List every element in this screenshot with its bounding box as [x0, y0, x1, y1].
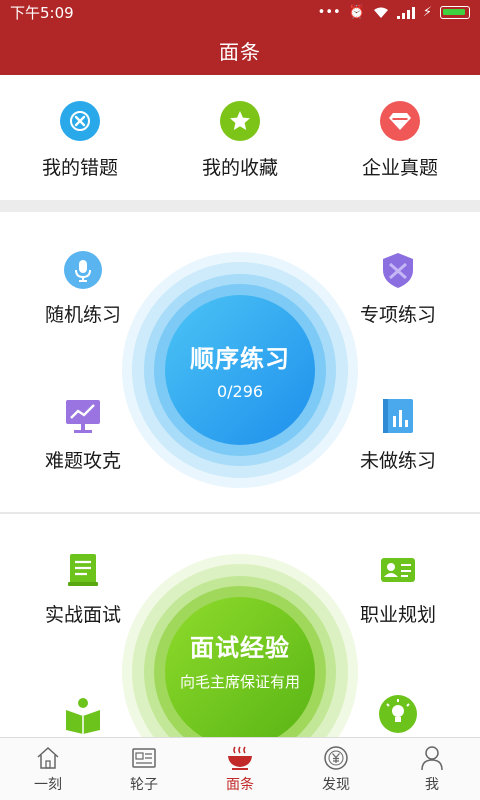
nav-label: 面条: [226, 776, 254, 793]
practice-progress: 0/296: [216, 382, 264, 401]
random-practice-label: 随机练习: [44, 304, 121, 326]
charging-icon: ⚡: [422, 5, 432, 20]
diamond-icon: [380, 101, 420, 141]
interview-section: 面试经验 向毛主席保证有用 实战面试 职业规划: [0, 514, 480, 737]
signal-icon: [396, 6, 415, 19]
wifi-icon: [373, 7, 388, 18]
interview-experience-title: 面试经验: [190, 634, 290, 662]
combat-interview-button[interactable]: 实战面试: [23, 550, 143, 627]
nav-item-noodles[interactable]: 面条: [192, 738, 288, 800]
alarm-icon: ⏰: [348, 5, 365, 20]
more-dots-icon: •••: [317, 5, 341, 20]
nav-item-wheels[interactable]: 轮子: [96, 738, 192, 800]
page-title: 面条: [219, 39, 261, 64]
quick-label: 企业真题: [361, 157, 438, 179]
nav-label: 我: [425, 776, 439, 793]
career-planning-label: 职业规划: [359, 604, 436, 626]
document-icon: [63, 550, 103, 590]
bar-book-icon: [378, 396, 418, 436]
lightbulb-icon: [378, 694, 418, 734]
sequential-practice-button[interactable]: 顺序练习 0/296: [165, 295, 315, 445]
nav-label: 发现: [322, 776, 350, 793]
quick-label: 我的错题: [41, 157, 118, 179]
interview-experience-subtitle: 向毛主席保证有用: [179, 673, 300, 691]
my-favorites-button[interactable]: 我的收藏: [160, 75, 320, 200]
reading-book-button[interactable]: [23, 694, 143, 734]
status-time: 下午5:09: [10, 4, 74, 22]
quick-label: 我的收藏: [201, 157, 278, 179]
hard-questions-label: 难题攻克: [44, 450, 121, 472]
career-planning-button[interactable]: 职业规划: [338, 550, 458, 627]
undone-practice-label: 未做练习: [359, 450, 436, 472]
status-bar: 下午5:09 ••• ⏰ ⚡: [0, 0, 480, 25]
special-practice-button[interactable]: 专项练习: [338, 250, 458, 327]
news-icon: [130, 745, 158, 771]
yuan-coin-icon: [322, 745, 350, 771]
hard-questions-button[interactable]: 难题攻克: [23, 396, 143, 473]
combat-interview-label: 实战面试: [44, 604, 121, 626]
person-icon: [418, 745, 446, 771]
practice-section: 顺序练习 0/296 随机练习 专项练习 难题攻克 未做练习: [0, 212, 480, 512]
app-header: 面条: [0, 25, 480, 75]
sequential-practice-title: 顺序练习: [190, 345, 290, 373]
interview-experience-button[interactable]: 面试经验 向毛主席保证有用: [165, 597, 315, 737]
microphone-icon: [63, 250, 103, 290]
id-card-icon: [378, 550, 418, 590]
special-practice-label: 专项练习: [359, 304, 436, 326]
tips-button[interactable]: [338, 694, 458, 734]
undone-practice-button[interactable]: 未做练习: [338, 396, 458, 473]
nav-item-me[interactable]: 我: [384, 738, 480, 800]
nav-label: 轮子: [130, 776, 158, 793]
shield-icon: [378, 250, 418, 290]
nav-label: 一刻: [34, 776, 62, 793]
bottom-navigation: 一刻 轮子 面条 发现 我: [0, 737, 480, 800]
nav-item-moment[interactable]: 一刻: [0, 738, 96, 800]
company-questions-button[interactable]: 企业真题: [320, 75, 480, 200]
noodle-bowl-icon: [226, 745, 254, 771]
section-separator: [0, 200, 480, 212]
nav-item-discover[interactable]: 发现: [288, 738, 384, 800]
status-icons: ••• ⏰ ⚡: [318, 5, 470, 20]
my-wrong-questions-button[interactable]: 我的错题: [0, 75, 160, 200]
close-circle-icon: [60, 101, 100, 141]
trend-chart-icon: [63, 396, 103, 436]
random-practice-button[interactable]: 随机练习: [23, 250, 143, 327]
home-icon: [34, 745, 62, 771]
star-icon: [220, 101, 260, 141]
reader-book-icon: [63, 694, 103, 734]
battery-icon: [440, 6, 470, 19]
quick-access-row: 我的错题 我的收藏 企业真题: [0, 75, 480, 200]
